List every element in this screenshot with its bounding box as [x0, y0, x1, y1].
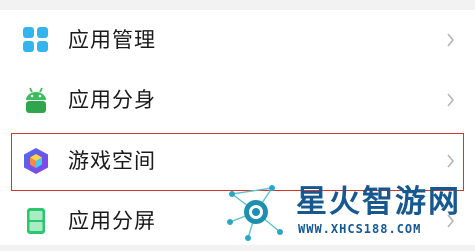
- game-space-cube-icon: [24, 148, 48, 174]
- split-screen-icon: [27, 208, 45, 234]
- settings-item-app-clone[interactable]: 应用分身: [0, 70, 475, 130]
- app-clone-android-icon: [26, 87, 46, 113]
- watermark-title: 星火智游网: [296, 184, 461, 220]
- settings-item-label: 应用管理: [68, 28, 156, 52]
- settings-item-label: 应用分屏: [68, 209, 156, 233]
- chevron-right-icon: [447, 33, 455, 47]
- watermark-url: WWW.XHCS188.COM: [298, 222, 422, 236]
- network-nodes-logo-icon: [227, 185, 283, 241]
- top-gap: [0, 0, 475, 10]
- chevron-right-icon: [447, 93, 455, 107]
- settings-item-app-management[interactable]: 应用管理: [0, 10, 475, 70]
- settings-item-label: 游戏空间: [68, 149, 156, 173]
- app-management-grid-icon: [23, 27, 48, 52]
- settings-item-label: 应用分身: [68, 88, 156, 112]
- chevron-right-icon: [447, 154, 455, 168]
- watermark: 星火智游网 WWW.XHCS188.COM: [222, 178, 475, 245]
